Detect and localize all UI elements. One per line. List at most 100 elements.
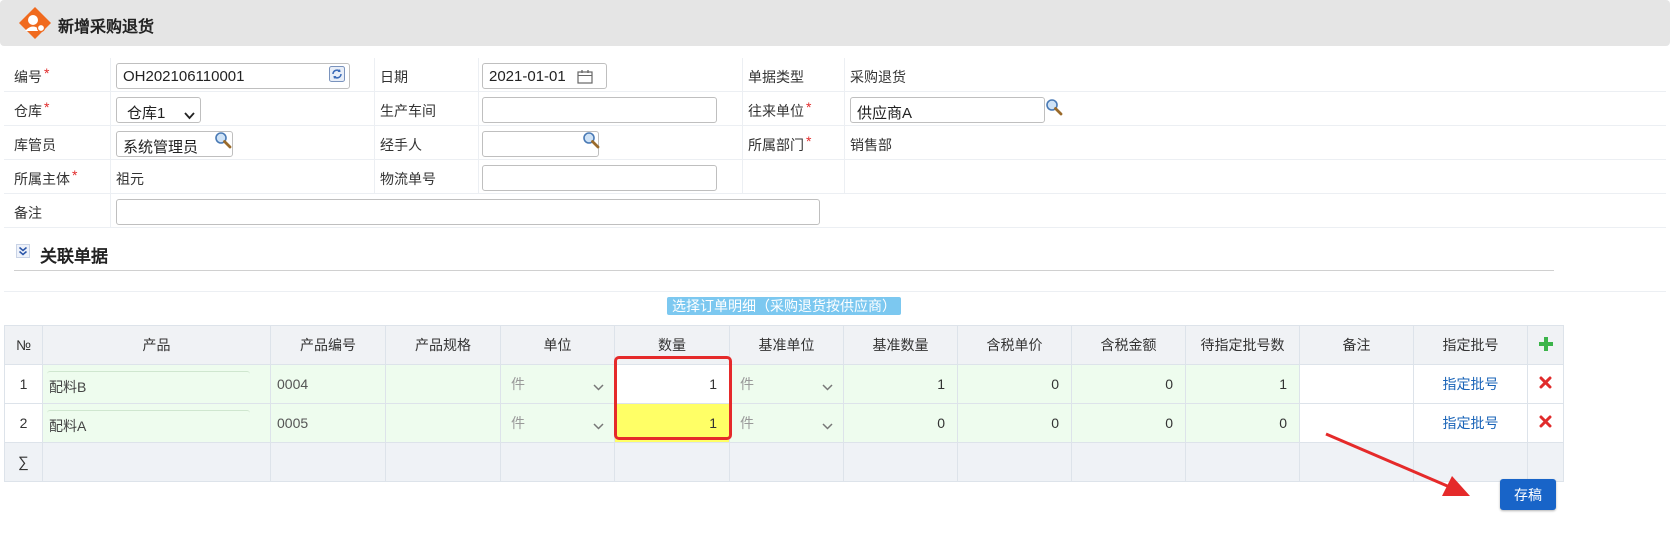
- purchase-return-icon: [18, 6, 52, 43]
- col-header: 含税单价: [957, 325, 1072, 365]
- annotation-arrow: [1325, 432, 1470, 496]
- calendar-icon[interactable]: [577, 70, 593, 87]
- refresh-icon[interactable]: [329, 66, 345, 85]
- doc-type-value: 采购退货: [850, 69, 906, 85]
- col-header: 备注: [1299, 325, 1414, 365]
- product-spec-cell[interactable]: [385, 403, 501, 443]
- sum-cell: [843, 442, 958, 482]
- col-header: 基准单位: [729, 325, 844, 365]
- remark-input[interactable]: [116, 199, 820, 225]
- double-chevron-down-icon[interactable]: [16, 244, 30, 261]
- sum-cell: [385, 442, 501, 482]
- sum-cell: [1071, 442, 1186, 482]
- pending-batch-cell: 1: [1185, 364, 1300, 404]
- cell-divider: [478, 126, 479, 159]
- handler-label: 经手人: [380, 137, 422, 153]
- code-input[interactable]: OH202106110001: [116, 63, 350, 89]
- cell-divider: [110, 126, 111, 159]
- close-icon[interactable]: [1539, 376, 1552, 389]
- col-header: №: [4, 325, 43, 365]
- cell-divider: [742, 58, 743, 91]
- cell-divider: [844, 160, 845, 193]
- unit-price-cell[interactable]: 0: [957, 364, 1072, 404]
- product-spec-cell[interactable]: [385, 364, 501, 404]
- add-row-button[interactable]: [1527, 325, 1564, 365]
- close-icon[interactable]: [1539, 415, 1552, 428]
- quantity-highlight-box: [614, 356, 732, 440]
- col-header: 含税金额: [1071, 325, 1186, 365]
- row-number: 1: [4, 364, 43, 404]
- chevron-down-icon: [822, 417, 833, 433]
- col-header: 基准数量: [843, 325, 958, 365]
- chevron-down-icon: [593, 417, 604, 433]
- sum-cell: [729, 442, 844, 482]
- cell-divider: [844, 126, 845, 159]
- unit-select[interactable]: 件: [500, 403, 615, 443]
- date-label: 日期: [380, 69, 408, 85]
- product-cell[interactable]: 配料A: [42, 403, 271, 443]
- sum-cell: [1185, 442, 1300, 482]
- table-row: 1 配料B 0004 件 1 件 1 0 0 1 指定批号: [4, 364, 1564, 404]
- cell-divider: [110, 58, 111, 91]
- search-icon[interactable]: [214, 131, 232, 152]
- amount-cell[interactable]: 0: [1071, 364, 1186, 404]
- assign-batch-link[interactable]: 指定批号: [1413, 364, 1528, 404]
- unit-price-cell[interactable]: 0: [957, 403, 1072, 443]
- product-value[interactable]: 配料A: [47, 410, 250, 436]
- form-row: 所属主体 * 祖元 物流单号: [4, 160, 1666, 194]
- sum-cell: [614, 442, 730, 482]
- title-bar: 新增采购退货: [0, 0, 1670, 46]
- base-unit-select[interactable]: 件: [729, 364, 844, 404]
- product-value[interactable]: 配料B: [47, 371, 250, 397]
- cell-divider: [844, 92, 845, 125]
- select-order-details-button[interactable]: 选择订单明细（采购退货按供应商）: [667, 297, 901, 315]
- table-header-row: № 产品 产品编号 产品规格 单位 数量 基准单位 基准数量 含税单价 含税金额…: [4, 325, 1564, 365]
- cell-divider: [374, 126, 375, 159]
- cell-divider: [110, 92, 111, 125]
- warehouse-label: 仓库 *: [14, 99, 50, 119]
- workshop-label: 生产车间: [380, 103, 436, 119]
- form-row: 库管员 系统管理员 经手人 所属部门 * 销售部: [4, 126, 1666, 160]
- partner-label: 往来单位 *: [748, 99, 812, 119]
- cell-divider: [374, 160, 375, 193]
- dept-value: 销售部: [850, 137, 892, 153]
- sum-symbol: ∑: [4, 442, 43, 482]
- unit-select[interactable]: 件: [500, 364, 615, 404]
- base-quantity-cell[interactable]: 0: [843, 403, 958, 443]
- delete-row-button[interactable]: [1527, 403, 1564, 443]
- form-row: 编号 * OH202106110001 日期 2021-01-01 单据类型 采购…: [4, 58, 1666, 92]
- entity-label: 所属主体 *: [14, 167, 78, 187]
- product-cell[interactable]: 配料B: [42, 364, 271, 404]
- search-icon[interactable]: [582, 131, 600, 152]
- chevron-down-icon: [593, 378, 604, 394]
- entity-value: 祖元: [116, 171, 144, 187]
- chevron-down-icon: [822, 378, 833, 394]
- base-unit-select[interactable]: 件: [729, 403, 844, 443]
- remark-label: 备注: [14, 205, 42, 221]
- chevron-down-icon: [184, 107, 195, 123]
- dept-label: 所属部门 *: [748, 133, 812, 153]
- product-code-cell[interactable]: 0005: [270, 403, 386, 443]
- doc-type-label: 单据类型: [748, 69, 804, 85]
- amount-cell[interactable]: 0: [1071, 403, 1186, 443]
- delete-row-button[interactable]: [1527, 364, 1564, 404]
- cell-divider: [478, 58, 479, 91]
- col-header: 产品规格: [385, 325, 501, 365]
- tracking-input[interactable]: [482, 165, 717, 191]
- form-row: 仓库 * 仓库1 生产车间 往来单位 * 供应商A: [4, 92, 1666, 126]
- remark-cell[interactable]: [1299, 364, 1414, 404]
- cell-divider: [478, 160, 479, 193]
- base-quantity-cell[interactable]: 1: [843, 364, 958, 404]
- plus-icon[interactable]: [1538, 336, 1553, 351]
- col-header: 待指定批号数: [1185, 325, 1300, 365]
- sum-cell: [270, 442, 386, 482]
- partner-input[interactable]: 供应商A: [850, 97, 1045, 123]
- sum-cell: [42, 442, 271, 482]
- cell-divider: [110, 194, 111, 227]
- save-draft-button[interactable]: 存稿: [1500, 479, 1556, 510]
- search-icon[interactable]: [1045, 98, 1063, 119]
- col-header: 产品编号: [270, 325, 386, 365]
- workshop-input[interactable]: [482, 97, 717, 123]
- product-code-cell[interactable]: 0004: [270, 364, 386, 404]
- divider: [4, 291, 1666, 292]
